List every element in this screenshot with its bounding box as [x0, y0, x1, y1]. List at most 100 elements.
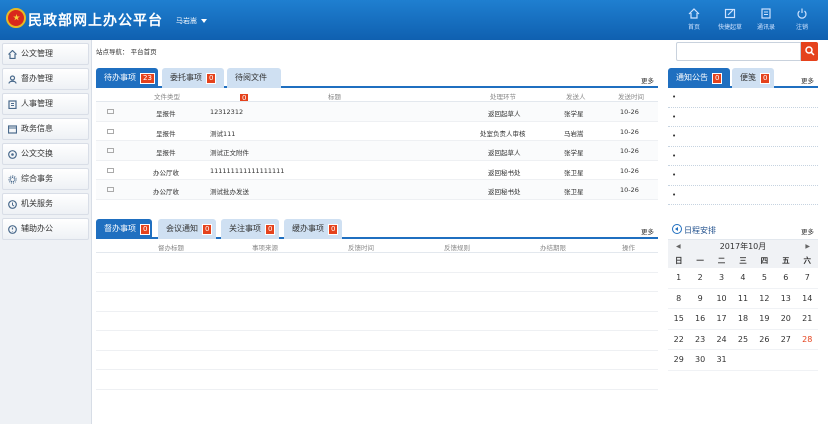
envelope-icon — [107, 187, 114, 192]
calendar-day[interactable]: 9 — [689, 289, 711, 309]
home-button[interactable]: 首页 — [676, 8, 712, 31]
count-badge: 0 — [712, 73, 723, 84]
tab-supervision[interactable]: 督办事项 0 — [96, 219, 152, 239]
breadcrumb: 站点导航： 平台首页 — [96, 48, 157, 56]
calendar-day[interactable]: 16 — [689, 309, 711, 330]
calendar-day[interactable]: 2 — [689, 268, 711, 289]
table-row[interactable]: 呈报件 测试正文附件 返回起草人 张学星 10-26 — [96, 141, 658, 161]
calendar-day[interactable]: 14 — [796, 289, 818, 309]
service-icon — [8, 200, 17, 209]
count-badge: 0 — [760, 73, 771, 84]
calendar-day[interactable]: 1 — [668, 268, 690, 289]
window-icon — [8, 125, 17, 134]
more-link[interactable]: 更多 — [801, 75, 814, 85]
sidebar-item-government-info[interactable]: 政务信息 — [2, 118, 89, 140]
envelope-icon — [107, 128, 114, 134]
calendar-day[interactable]: 4 — [732, 268, 754, 289]
calendar-day[interactable]: 29 — [668, 350, 690, 371]
calendar-day[interactable]: 21 — [796, 309, 818, 330]
table-row[interactable]: 呈报件 12312312 返回起草人 张学星 10-26 — [96, 102, 658, 122]
quick-draft-button[interactable]: 快捷起草 — [712, 8, 748, 31]
sidebar-item-assisted-office[interactable]: 辅助办公 — [2, 218, 89, 240]
calendar-day[interactable]: 27 — [775, 330, 797, 350]
empty-row — [96, 370, 658, 390]
tab-memo[interactable]: 便笺 0 — [732, 68, 774, 88]
calendar-panel: 日程安排 更多 ◀ 2017年10月 ▶ 日一二三四五六 1 2 3 4 5 6 7 8 9 10… — [668, 219, 818, 397]
calendar-header: 日程安排 更多 — [668, 219, 818, 240]
calendar-day[interactable]: 19 — [753, 309, 776, 330]
calendar-day[interactable]: 5 — [753, 268, 776, 289]
calendar-day[interactable]: 8 — [668, 289, 690, 309]
calendar-day[interactable]: 15 — [668, 309, 690, 330]
gear-icon — [8, 175, 17, 184]
sidebar-item-personnel[interactable]: 人事管理 — [2, 93, 89, 115]
next-month-icon[interactable]: ▶ — [805, 240, 810, 253]
more-link[interactable]: 更多 — [801, 226, 814, 236]
empty-row — [96, 273, 658, 292]
calendar-day[interactable]: 10 — [710, 289, 733, 309]
calendar-empty-cell — [796, 350, 818, 371]
calendar-day[interactable]: 26 — [753, 330, 776, 350]
back-circle-icon — [672, 224, 682, 234]
weekday-label: 六 — [803, 256, 811, 265]
calendar-day[interactable]: 17 — [710, 309, 733, 330]
logout-button[interactable]: 注销 — [784, 8, 820, 31]
calendar-day[interactable]: 23 — [689, 330, 711, 350]
tab-deferred[interactable]: 缓办事项 0 — [284, 219, 342, 239]
list-item[interactable]: • — [668, 88, 818, 108]
user-name: 马岩嵩 — [176, 17, 197, 25]
empty-row — [96, 312, 658, 331]
contacts-button[interactable]: 通讯录 — [748, 8, 784, 31]
calendar-day[interactable]: 3 — [710, 268, 733, 289]
table-row[interactable]: 呈报件 测试111 处室负责人审核 马岩嵩 10-26 — [96, 122, 658, 141]
calendar-day[interactable]: 6 — [775, 268, 797, 289]
weekday-label: 一 — [696, 256, 704, 265]
user-menu[interactable]: 马岩嵩 — [176, 16, 207, 26]
sidebar-item-office-services[interactable]: 机关服务 — [2, 193, 89, 215]
tab-to-read[interactable]: 待阅文件0 — [227, 68, 281, 104]
count-badge: 0 — [140, 224, 151, 235]
calendar-day[interactable]: 28 — [796, 330, 818, 350]
calendar-empty-cell — [732, 350, 754, 371]
search-input[interactable] — [676, 42, 801, 61]
calendar-day[interactable]: 30 — [689, 350, 711, 371]
calendar-day[interactable]: 24 — [710, 330, 733, 350]
tab-notice[interactable]: 通知公告 0 — [668, 68, 730, 88]
calendar-day[interactable]: 25 — [732, 330, 754, 350]
calendar-day[interactable]: 20 — [775, 309, 797, 330]
home-icon — [688, 8, 700, 19]
prev-month-icon[interactable]: ◀ — [676, 240, 681, 253]
table-row[interactable]: 办公厅收 111111111111111111 返回秘书处 张卫星 10-26 — [96, 161, 658, 180]
supervise-tabbar: 督办事项 0 会议通知 0 关注事项 0 缓办事项 0 更多 — [96, 219, 658, 239]
list-item[interactable]: • — [668, 108, 818, 127]
tab-delegated[interactable]: 委托事项 0 — [162, 68, 224, 88]
calendar-day[interactable]: 13 — [775, 289, 797, 309]
table-row[interactable]: 办公厅收 测试批办发送 返回秘书处 张卫星 10-26 — [96, 180, 658, 200]
calendar-empty-cell — [775, 350, 797, 371]
calendar-day[interactable]: 12 — [753, 289, 776, 309]
more-link[interactable]: 更多 — [641, 75, 654, 85]
empty-row — [96, 292, 658, 312]
tab-followed[interactable]: 关注事项 0 — [221, 219, 279, 239]
sidebar-item-document-exchange[interactable]: 公文交换 — [2, 143, 89, 165]
list-item[interactable]: • — [668, 147, 818, 166]
calendar-empty-cell — [753, 350, 776, 371]
count-badge: 0 — [206, 73, 217, 84]
calendar-day[interactable]: 18 — [732, 309, 754, 330]
clipboard-icon — [8, 100, 17, 109]
sidebar-item-supervision[interactable]: 督办管理 — [2, 68, 89, 90]
tab-meeting-notice[interactable]: 会议通知 0 — [158, 219, 216, 239]
tab-pending[interactable]: 待办事项 23 — [96, 68, 158, 88]
more-link[interactable]: 更多 — [641, 226, 654, 236]
list-item[interactable]: • — [668, 127, 818, 147]
sidebar-item-document-management[interactable]: 公文管理 — [2, 43, 89, 65]
list-item[interactable]: • — [668, 186, 818, 205]
calendar-day[interactable]: 7 — [796, 268, 818, 289]
sidebar-item-general-affairs[interactable]: 综合事务 — [2, 168, 89, 190]
search-button[interactable] — [801, 42, 818, 61]
calendar-day[interactable]: 11 — [732, 289, 754, 309]
calendar-day[interactable]: 22 — [668, 330, 690, 350]
app-title: 民政部网上办公平台 — [28, 13, 163, 29]
list-item[interactable]: • — [668, 166, 818, 186]
calendar-day[interactable]: 31 — [710, 350, 733, 371]
